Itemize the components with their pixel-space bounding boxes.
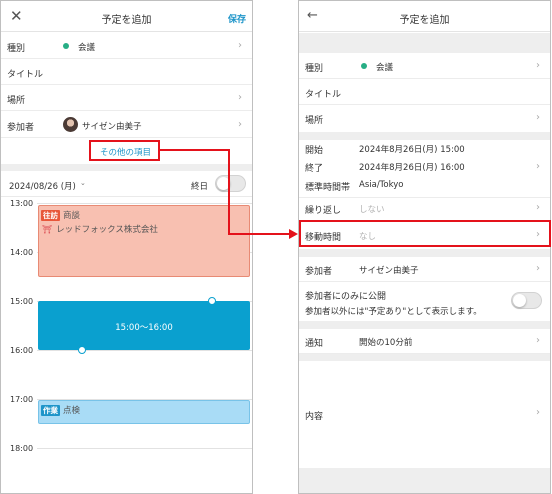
start-value: 2024年8月26日(月) 15:00 (359, 145, 465, 155)
chevron-right-icon: › (536, 202, 540, 213)
connector-line (228, 233, 292, 235)
title-label: タイトル (7, 70, 44, 80)
repeat-value: しない (359, 205, 385, 215)
repeat-row[interactable]: 繰り返し しない › (299, 198, 550, 221)
highlight-more-items (89, 140, 160, 161)
notify-label: 通知 (305, 339, 324, 349)
place-label: 場所 (305, 116, 324, 126)
content-label: 内容 (305, 412, 324, 422)
time-label: 16:00 (10, 346, 34, 355)
public-toggle[interactable] (511, 292, 542, 309)
allday-toggle[interactable] (215, 175, 246, 192)
type-row[interactable]: 種別 会議 › (299, 53, 550, 79)
resize-handle-top[interactable] (208, 297, 216, 305)
work-tag: 作業 (41, 405, 60, 416)
time-label: 17:00 (10, 395, 34, 404)
public-note: 参加者以外には"予定あり"として表示します。 (305, 307, 482, 317)
type-value: 会議 (78, 43, 96, 53)
participants-label: 参加者 (305, 267, 333, 277)
time-label: 18:00 (10, 444, 34, 453)
section-divider (299, 132, 550, 140)
title-row[interactable]: タイトル (299, 79, 550, 105)
event-time-range: 15:00〜16:00 (115, 323, 173, 333)
chevron-right-icon: › (536, 263, 540, 274)
company-icon: ⛩ (42, 225, 53, 234)
bottom-area (299, 468, 550, 493)
meeting-dot-icon (63, 43, 69, 49)
hour-line (37, 203, 252, 204)
chevron-right-icon: › (238, 40, 242, 51)
title-row[interactable]: タイトル (1, 59, 252, 85)
visit-tag: 往訪 (41, 210, 60, 221)
left-screen: ✕ 予定を追加 保存 種別 会議 › タイトル 場所 › 参加者 サイゼン由美子… (0, 0, 253, 494)
chevron-right-icon: › (536, 60, 540, 71)
content-row[interactable]: 内容 › (299, 361, 550, 468)
participants-value: サイゼン由美子 (82, 122, 142, 132)
chevron-right-icon: › (536, 161, 540, 172)
public-label: 参加者にのみに公開 (305, 292, 387, 302)
header: ← 予定を追加 (299, 1, 550, 32)
chevron-right-icon: › (238, 92, 242, 103)
event-title: 点検 (63, 406, 81, 416)
date-picker[interactable]: 2024/08/26 (月) (9, 180, 76, 192)
time-label: 13:00 (10, 199, 34, 208)
place-row[interactable]: 場所 › (299, 105, 550, 132)
participants-row[interactable]: 参加者 サイゼン由美子 › (299, 257, 550, 282)
chevron-right-icon: › (238, 119, 242, 130)
event-company: レッドフォックス株式会社 (56, 225, 158, 235)
section-divider (1, 164, 252, 171)
connector-line (159, 149, 230, 151)
start-label: 開始 (305, 146, 324, 156)
meeting-dot-icon (361, 63, 367, 69)
avatar (63, 117, 78, 132)
type-row[interactable]: 種別 会議 › (1, 32, 252, 59)
time-label: 14:00 (10, 248, 34, 257)
chevron-right-icon: › (536, 335, 540, 346)
right-screen: ← 予定を追加 種別 会議 › タイトル 場所 › 開始 2024年8月26日(… (298, 0, 551, 494)
type-label: 種別 (305, 64, 324, 74)
save-button[interactable]: 保存 (228, 12, 246, 25)
place-label: 場所 (7, 96, 26, 106)
timezone-value: Asia/Tokyo (359, 180, 404, 190)
notify-value: 開始の10分前 (359, 338, 413, 348)
place-row[interactable]: 場所 › (1, 85, 252, 111)
type-label: 種別 (7, 44, 26, 54)
highlight-travel-time (299, 220, 551, 247)
section-divider (299, 321, 550, 329)
section-divider (299, 249, 550, 257)
date-bar: 2024/08/26 (月) ⌄ 終日 (1, 171, 252, 197)
resize-handle-bottom[interactable] (78, 346, 86, 354)
participants-label: 参加者 (7, 123, 35, 133)
repeat-label: 繰り返し (305, 206, 342, 216)
section-divider (299, 354, 550, 361)
notify-row[interactable]: 通知 開始の10分前 › (299, 329, 550, 354)
public-row: 参加者にのみに公開 参加者以外には"予定あり"として表示します。 (299, 282, 550, 321)
title-label: タイトル (305, 90, 342, 100)
timezone-label: 標準時間帯 (305, 183, 351, 193)
chevron-right-icon: › (536, 112, 540, 123)
event-visit[interactable]: 往訪 商談 ⛩ レッドフォックス株式会社 (38, 205, 250, 277)
end-value: 2024年8月26日(月) 16:00 (359, 163, 465, 173)
time-label: 15:00 (10, 297, 34, 306)
event-work[interactable]: 作業 点検 (38, 400, 250, 424)
chevron-right-icon: › (536, 407, 540, 418)
participants-row[interactable]: 参加者 サイゼン由美子 › (1, 111, 252, 138)
event-selected[interactable]: 15:00〜16:00 (38, 301, 250, 350)
header: ✕ 予定を追加 保存 (1, 1, 252, 32)
section-divider (299, 33, 550, 53)
participants-value: サイゼン由美子 (359, 266, 419, 276)
connector-line (228, 149, 230, 235)
type-value: 会議 (376, 63, 394, 73)
hour-line (37, 448, 252, 449)
end-label: 終了 (305, 164, 324, 174)
page-title: 予定を追加 (399, 15, 450, 26)
event-title: 商談 (63, 211, 81, 221)
chevron-down-icon[interactable]: ⌄ (80, 179, 86, 187)
page-title: 予定を追加 (101, 15, 152, 26)
allday-label: 終日 (191, 182, 209, 192)
datetime-group[interactable]: 開始 2024年8月26日(月) 15:00 終了 2024年8月26日(月) … (299, 140, 550, 198)
hour-line (37, 350, 252, 351)
